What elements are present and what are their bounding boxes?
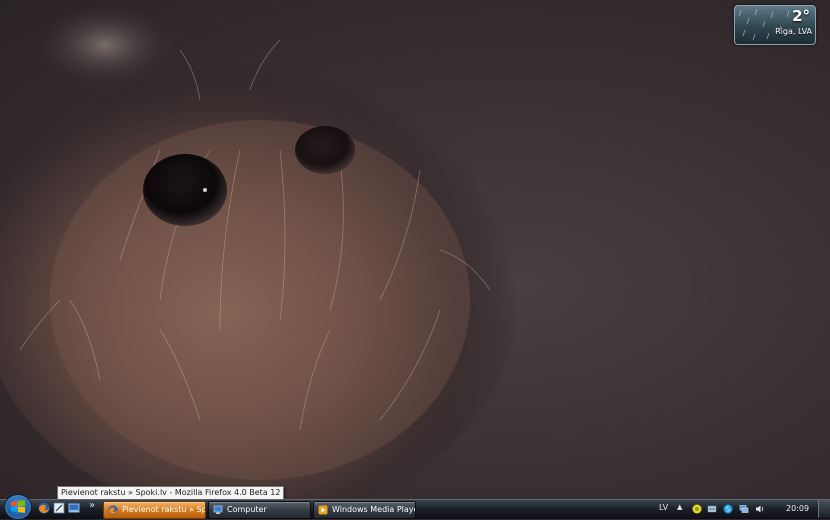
task-label: Pievienot rakstu » Spo... [122, 505, 205, 514]
firefox-icon[interactable] [38, 502, 50, 514]
task-button-firefox[interactable]: Pievienot rakstu » Spo... [103, 501, 206, 519]
svg-text:S: S [726, 506, 731, 514]
temperature-value: 2° [792, 7, 810, 25]
taskbar-tooltip: Pievienot rakstu » Spoki.lv - Mozilla Fi… [57, 486, 285, 500]
firefox-icon [108, 505, 118, 515]
messenger-icon[interactable] [692, 504, 702, 514]
volume-icon[interactable] [755, 504, 765, 514]
show-desktop-icon[interactable] [68, 502, 80, 514]
media-player-icon [318, 505, 328, 515]
task-label: Windows Media Player [332, 505, 416, 514]
task-button-media-player[interactable]: Windows Media Player [313, 501, 416, 519]
task-label: Computer [227, 505, 267, 514]
weather-gadget[interactable]: 2° Riga, LVA [734, 5, 816, 45]
network-adapter-icon[interactable] [707, 504, 717, 514]
show-desktop-button[interactable] [818, 500, 830, 518]
show-hidden-icons-button[interactable]: ▲ [677, 503, 682, 511]
desktop-wallpaper [0, 3, 520, 500]
notepad-icon[interactable] [53, 502, 65, 514]
network-icon[interactable] [739, 504, 749, 514]
quick-launch-overflow-button[interactable]: » [89, 500, 95, 511]
start-button[interactable] [4, 494, 32, 520]
windows-logo-icon [11, 500, 25, 513]
task-button-computer[interactable]: Computer [208, 501, 311, 519]
skype-icon[interactable]: S [723, 504, 733, 514]
computer-icon [213, 505, 223, 514]
clock[interactable]: 20:09 [786, 504, 809, 513]
location-label: Riga, LVA [775, 27, 812, 36]
language-indicator[interactable]: LV [659, 503, 668, 512]
